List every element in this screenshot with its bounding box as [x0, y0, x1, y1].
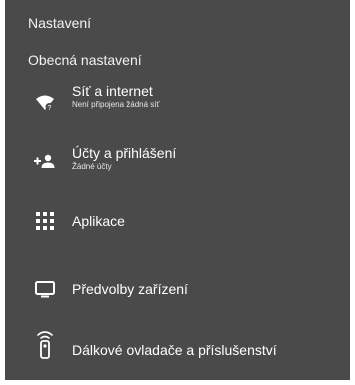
svg-text:?: ?	[48, 105, 52, 112]
tv-icon	[34, 278, 56, 300]
menu-item-label: Účty a přihlášení	[72, 145, 177, 161]
menu-item-subtitle: Žádné účty	[72, 162, 112, 171]
menu-item-remotes[interactable]: Dálkové ovladače a příslušenství	[5, 325, 350, 375]
page-title: Nastavení	[28, 15, 92, 31]
add-account-icon	[34, 150, 56, 172]
remote-icon	[34, 331, 56, 359]
menu-item-device-preferences[interactable]: Předvolby zařízení	[5, 264, 350, 314]
wifi-icon: ?	[34, 92, 56, 114]
apps-grid-icon	[34, 210, 56, 232]
menu-item-apps[interactable]: Aplikace	[5, 196, 350, 246]
menu-item-accounts[interactable]: Účty a přihlášení Žádné účty	[5, 140, 350, 190]
menu-item-label: Síť a internet	[72, 83, 153, 99]
menu-item-label: Aplikace	[72, 213, 125, 229]
menu-item-subtitle: Není připojena žádná síť	[72, 100, 160, 109]
settings-panel: Nastavení Obecná nastavení ? Síť a inter…	[5, 0, 350, 380]
menu-item-label: Dálkové ovladače a příslušenství	[72, 342, 277, 358]
section-title: Obecná nastavení	[28, 52, 142, 68]
menu-item-label: Předvolby zařízení	[72, 281, 188, 297]
menu-item-network[interactable]: ? Síť a internet Není připojena žádná sí…	[5, 78, 350, 128]
